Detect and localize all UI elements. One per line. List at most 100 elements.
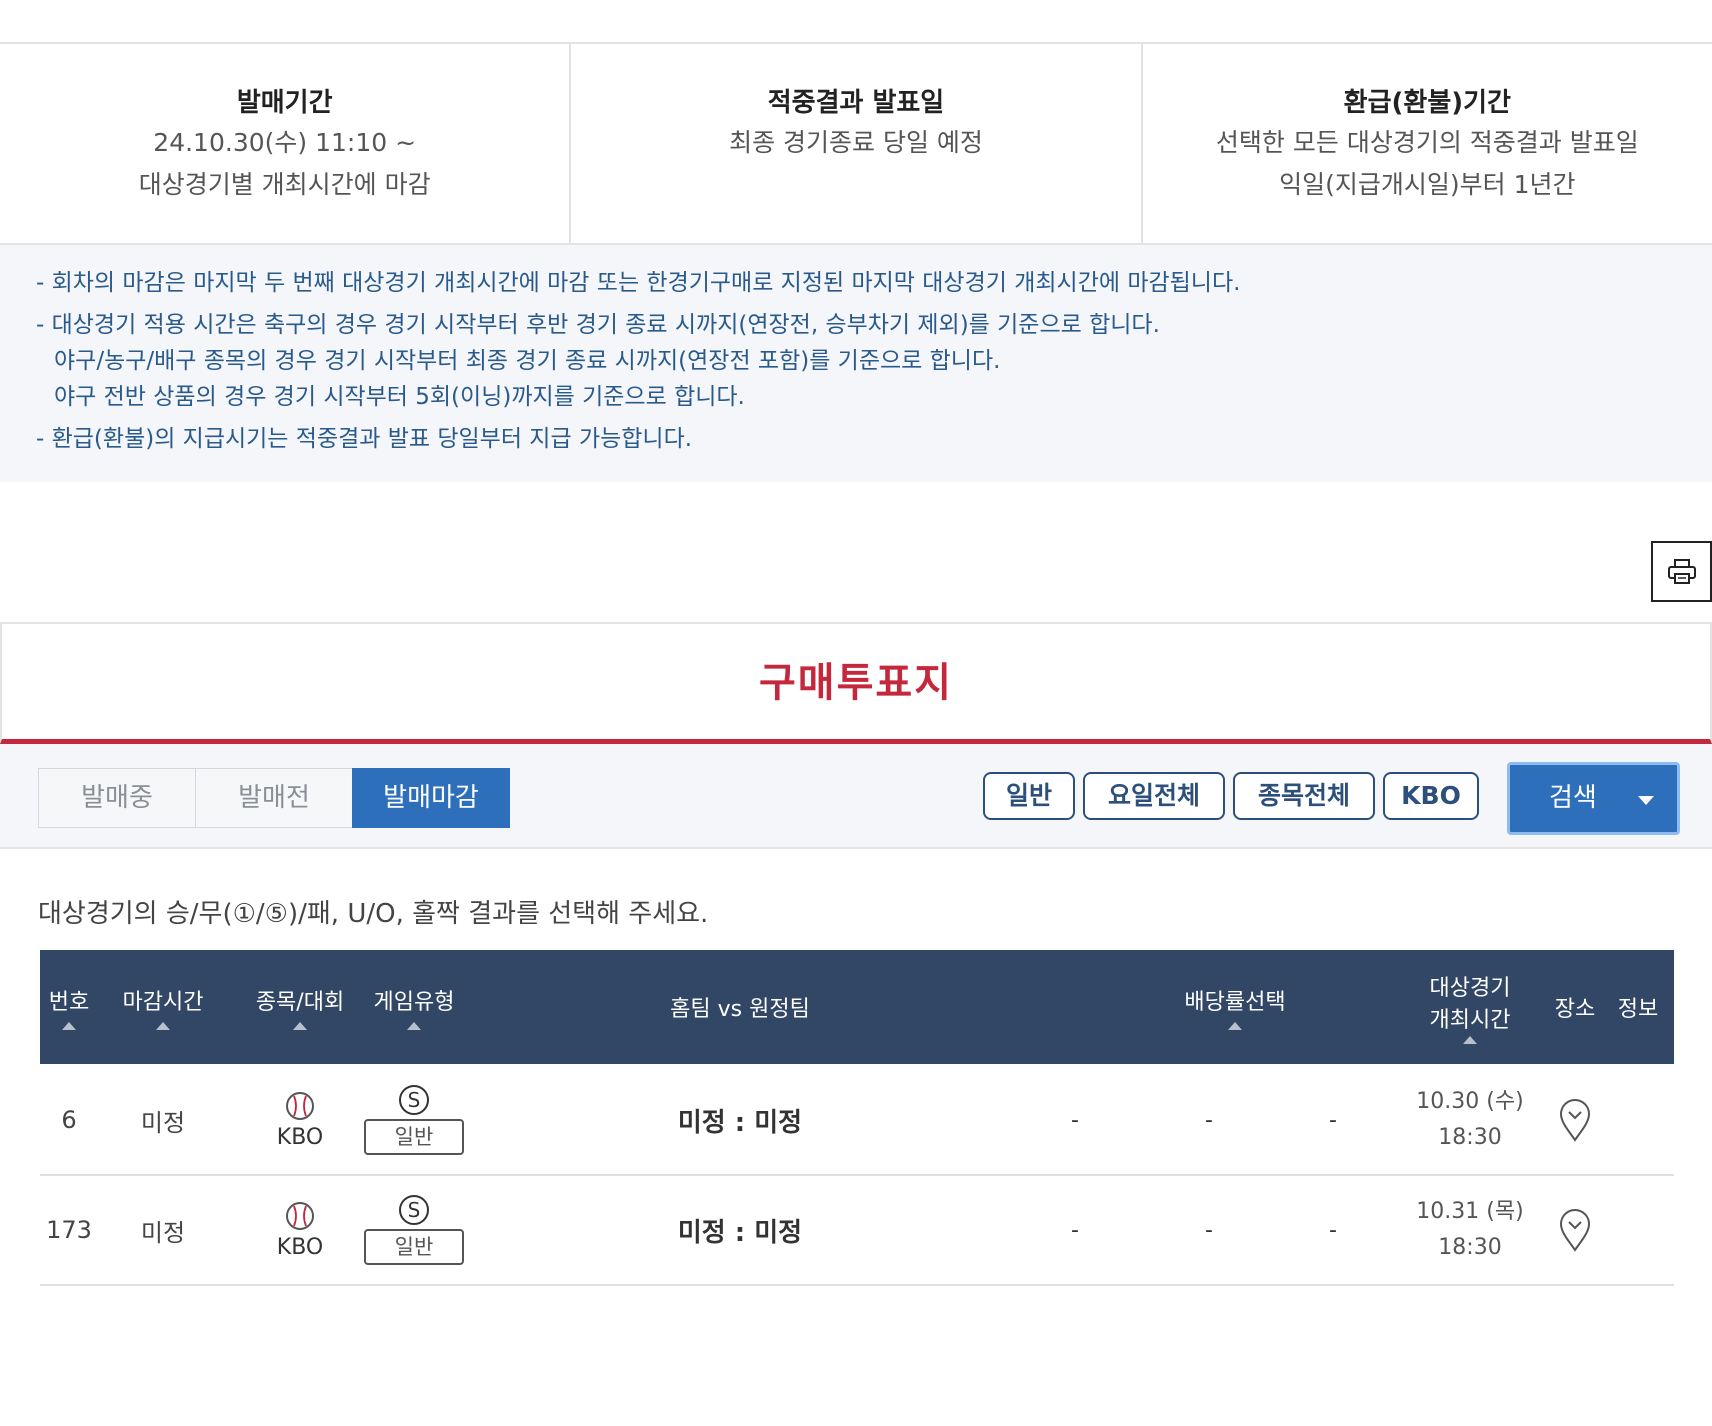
col-deadline-label: 마감시간 — [122, 990, 204, 1015]
start-time: 18:30 — [1438, 1125, 1502, 1150]
odds-win[interactable]: - — [1058, 1176, 1092, 1284]
sale-period-card: 발매기간 24.10.30(수) 11:10 ~ 대상경기별 개최시간에 마감 — [0, 44, 572, 243]
search-button-inner: 검색 — [1513, 768, 1674, 829]
col-info-label: 정보 — [1617, 997, 1659, 1022]
sort-up-icon — [293, 1022, 307, 1030]
notes-box: - 회차의 마감은 마지막 두 번째 대상경기 개최시간에 마감 또는 한경기구… — [0, 245, 1712, 482]
row-no: 6 — [61, 1106, 77, 1134]
odds-draw[interactable]: - — [1192, 1176, 1226, 1284]
refund-period-line: 익일(지급개시일)부터 1년간 — [1279, 170, 1576, 199]
venue-button[interactable] — [1545, 1066, 1605, 1174]
col-teams: 홈팀 vs 원정팀 — [620, 950, 860, 1064]
start-date: 10.30 (수) — [1416, 1089, 1524, 1114]
filter-group: 일반 요일전체 종목전체 KBO — [983, 772, 1487, 820]
tab-sale-closed[interactable]: 발매마감 — [352, 768, 510, 828]
note-item: - 환급(환불)의 지급시기는 적중결과 발표 당일부터 지급 가능합니다. — [36, 426, 693, 452]
home-team: 미정 — [677, 1217, 726, 1248]
row-start-time: 10.30 (수) 18:30 — [1400, 1066, 1540, 1174]
odds-win[interactable]: - — [1058, 1066, 1092, 1174]
league-label: KBO — [276, 1124, 324, 1150]
odds-value: - — [1071, 1107, 1079, 1133]
printer-icon — [1667, 558, 1696, 584]
result-date-card: 적중결과 발표일 최종 경기종료 당일 예정 — [571, 44, 1143, 243]
s-badge-icon: S — [399, 1195, 429, 1225]
row-teams: 미정 : 미정 — [620, 1066, 860, 1174]
table-header: 번호 마감시간 종목/대회 게임유형 홈팀 vs 원정팀 배당률선택 대상경기 … — [40, 950, 1674, 1064]
odds-draw[interactable]: - — [1192, 1066, 1226, 1174]
row-game-type: S 일반 — [364, 1066, 464, 1174]
sale-period-line: 24.10.30(수) 11:10 ~ — [153, 128, 417, 157]
col-game-type[interactable]: 게임유형 — [364, 950, 464, 1064]
odds-value: - — [1071, 1217, 1079, 1243]
col-no[interactable]: 번호 — [40, 950, 98, 1064]
col-game-type-label: 게임유형 — [373, 990, 455, 1015]
instruction-text: 대상경기의 승/무(①/⑤)/패, U/O, 홀짝 결과를 선택해 주세요. — [38, 899, 709, 929]
filter-kbo-button[interactable]: KBO — [1383, 772, 1479, 820]
table-row: 173 미정 KBO S 일반 미정 : 미정 - - - 10.31 (목) … — [40, 1176, 1674, 1286]
filter-all-sports-button[interactable]: 종목전체 — [1233, 772, 1375, 820]
odds-value: - — [1329, 1217, 1337, 1243]
row-deadline: 미정 — [140, 1108, 186, 1137]
odds-value: - — [1205, 1107, 1213, 1133]
note-item: 야구 전반 상품의 경우 경기 시작부터 5회(이닝)까지를 기준으로 합니다. — [54, 384, 745, 410]
col-odds-label: 배당률선택 — [1184, 990, 1286, 1015]
col-sport[interactable]: 종목/대회 — [250, 950, 350, 1064]
row-game-type: S 일반 — [364, 1176, 464, 1284]
home-team: 미정 — [677, 1107, 726, 1138]
title-box: 구매투표지 — [0, 622, 1712, 744]
baseball-icon — [286, 1091, 314, 1120]
note-item: - 회차의 마감은 마지막 두 번째 대상경기 개최시간에 마감 또는 한경기구… — [36, 270, 1241, 296]
map-pin-icon — [1559, 1209, 1591, 1252]
refund-period-title: 환급(환불)기간 — [1343, 88, 1511, 118]
col-sport-label: 종목/대회 — [255, 990, 345, 1015]
row-sport: KBO — [250, 1176, 350, 1284]
control-bar: 발매중 발매전 발매마감 일반 요일전체 종목전체 KBO 검색 — [0, 744, 1712, 849]
status-tabs: 발매중 발매전 발매마감 — [38, 768, 510, 828]
sale-period-line: 대상경기별 개최시간에 마감 — [138, 170, 431, 199]
match-text: 미정 : 미정 — [678, 1102, 802, 1139]
baseball-icon — [286, 1201, 314, 1230]
col-odds[interactable]: 배당률선택 — [1110, 950, 1360, 1064]
search-button[interactable]: 검색 — [1507, 762, 1680, 835]
away-team: 미정 — [754, 1107, 803, 1138]
league-label: KBO — [276, 1234, 324, 1260]
odds-lose[interactable]: - — [1316, 1176, 1350, 1284]
col-info: 정보 — [1608, 950, 1668, 1064]
odds-value: - — [1329, 1107, 1337, 1133]
col-start-time[interactable]: 대상경기 개최시간 — [1400, 950, 1540, 1064]
sort-up-icon — [62, 1022, 76, 1030]
game-type-pill: 일반 — [364, 1229, 464, 1265]
refund-period-line: 선택한 모든 대상경기의 적중결과 발표일 — [1215, 128, 1639, 157]
sort-up-icon — [156, 1022, 170, 1030]
s-badge-icon: S — [399, 1085, 429, 1115]
col-start-time-label-2: 개최시간 — [1429, 1008, 1511, 1033]
col-venue-label: 장소 — [1554, 997, 1596, 1022]
col-venue: 장소 — [1545, 950, 1605, 1064]
caret-down-icon — [1638, 796, 1654, 805]
filter-general-button[interactable]: 일반 — [983, 772, 1075, 820]
note-item: - 대상경기 적용 시간은 축구의 경우 경기 시작부터 후반 경기 종료 시까… — [36, 312, 1160, 338]
tab-before-sale[interactable]: 발매전 — [195, 768, 353, 828]
tab-on-sale[interactable]: 발매중 — [38, 768, 196, 828]
result-date-title: 적중결과 발표일 — [767, 88, 945, 118]
sort-up-icon — [1228, 1022, 1242, 1030]
print-button[interactable] — [1651, 541, 1712, 602]
odds-value: - — [1205, 1217, 1213, 1243]
row-start-time: 10.31 (목) 18:30 — [1400, 1176, 1540, 1284]
match-text: 미정 : 미정 — [678, 1212, 802, 1249]
col-deadline[interactable]: 마감시간 — [108, 950, 218, 1064]
col-teams-label: 홈팀 vs 원정팀 — [670, 997, 810, 1022]
row-sport: KBO — [250, 1066, 350, 1174]
row-no: 173 — [46, 1216, 92, 1244]
sort-up-icon — [1463, 1036, 1477, 1044]
refund-period-card: 환급(환불)기간 선택한 모든 대상경기의 적중결과 발표일 익일(지급개시일)… — [1143, 44, 1712, 243]
start-time: 18:30 — [1438, 1235, 1502, 1260]
note-item: 야구/농구/배구 종목의 경우 경기 시작부터 최종 경기 종료 시까지(연장전… — [54, 348, 1001, 374]
sale-period-title: 발매기간 — [236, 88, 333, 118]
odds-lose[interactable]: - — [1316, 1066, 1350, 1174]
filter-all-days-button[interactable]: 요일전체 — [1083, 772, 1225, 820]
sort-up-icon — [407, 1022, 421, 1030]
game-type-pill: 일반 — [364, 1119, 464, 1155]
venue-button[interactable] — [1545, 1176, 1605, 1284]
team-separator: : — [734, 1217, 746, 1248]
